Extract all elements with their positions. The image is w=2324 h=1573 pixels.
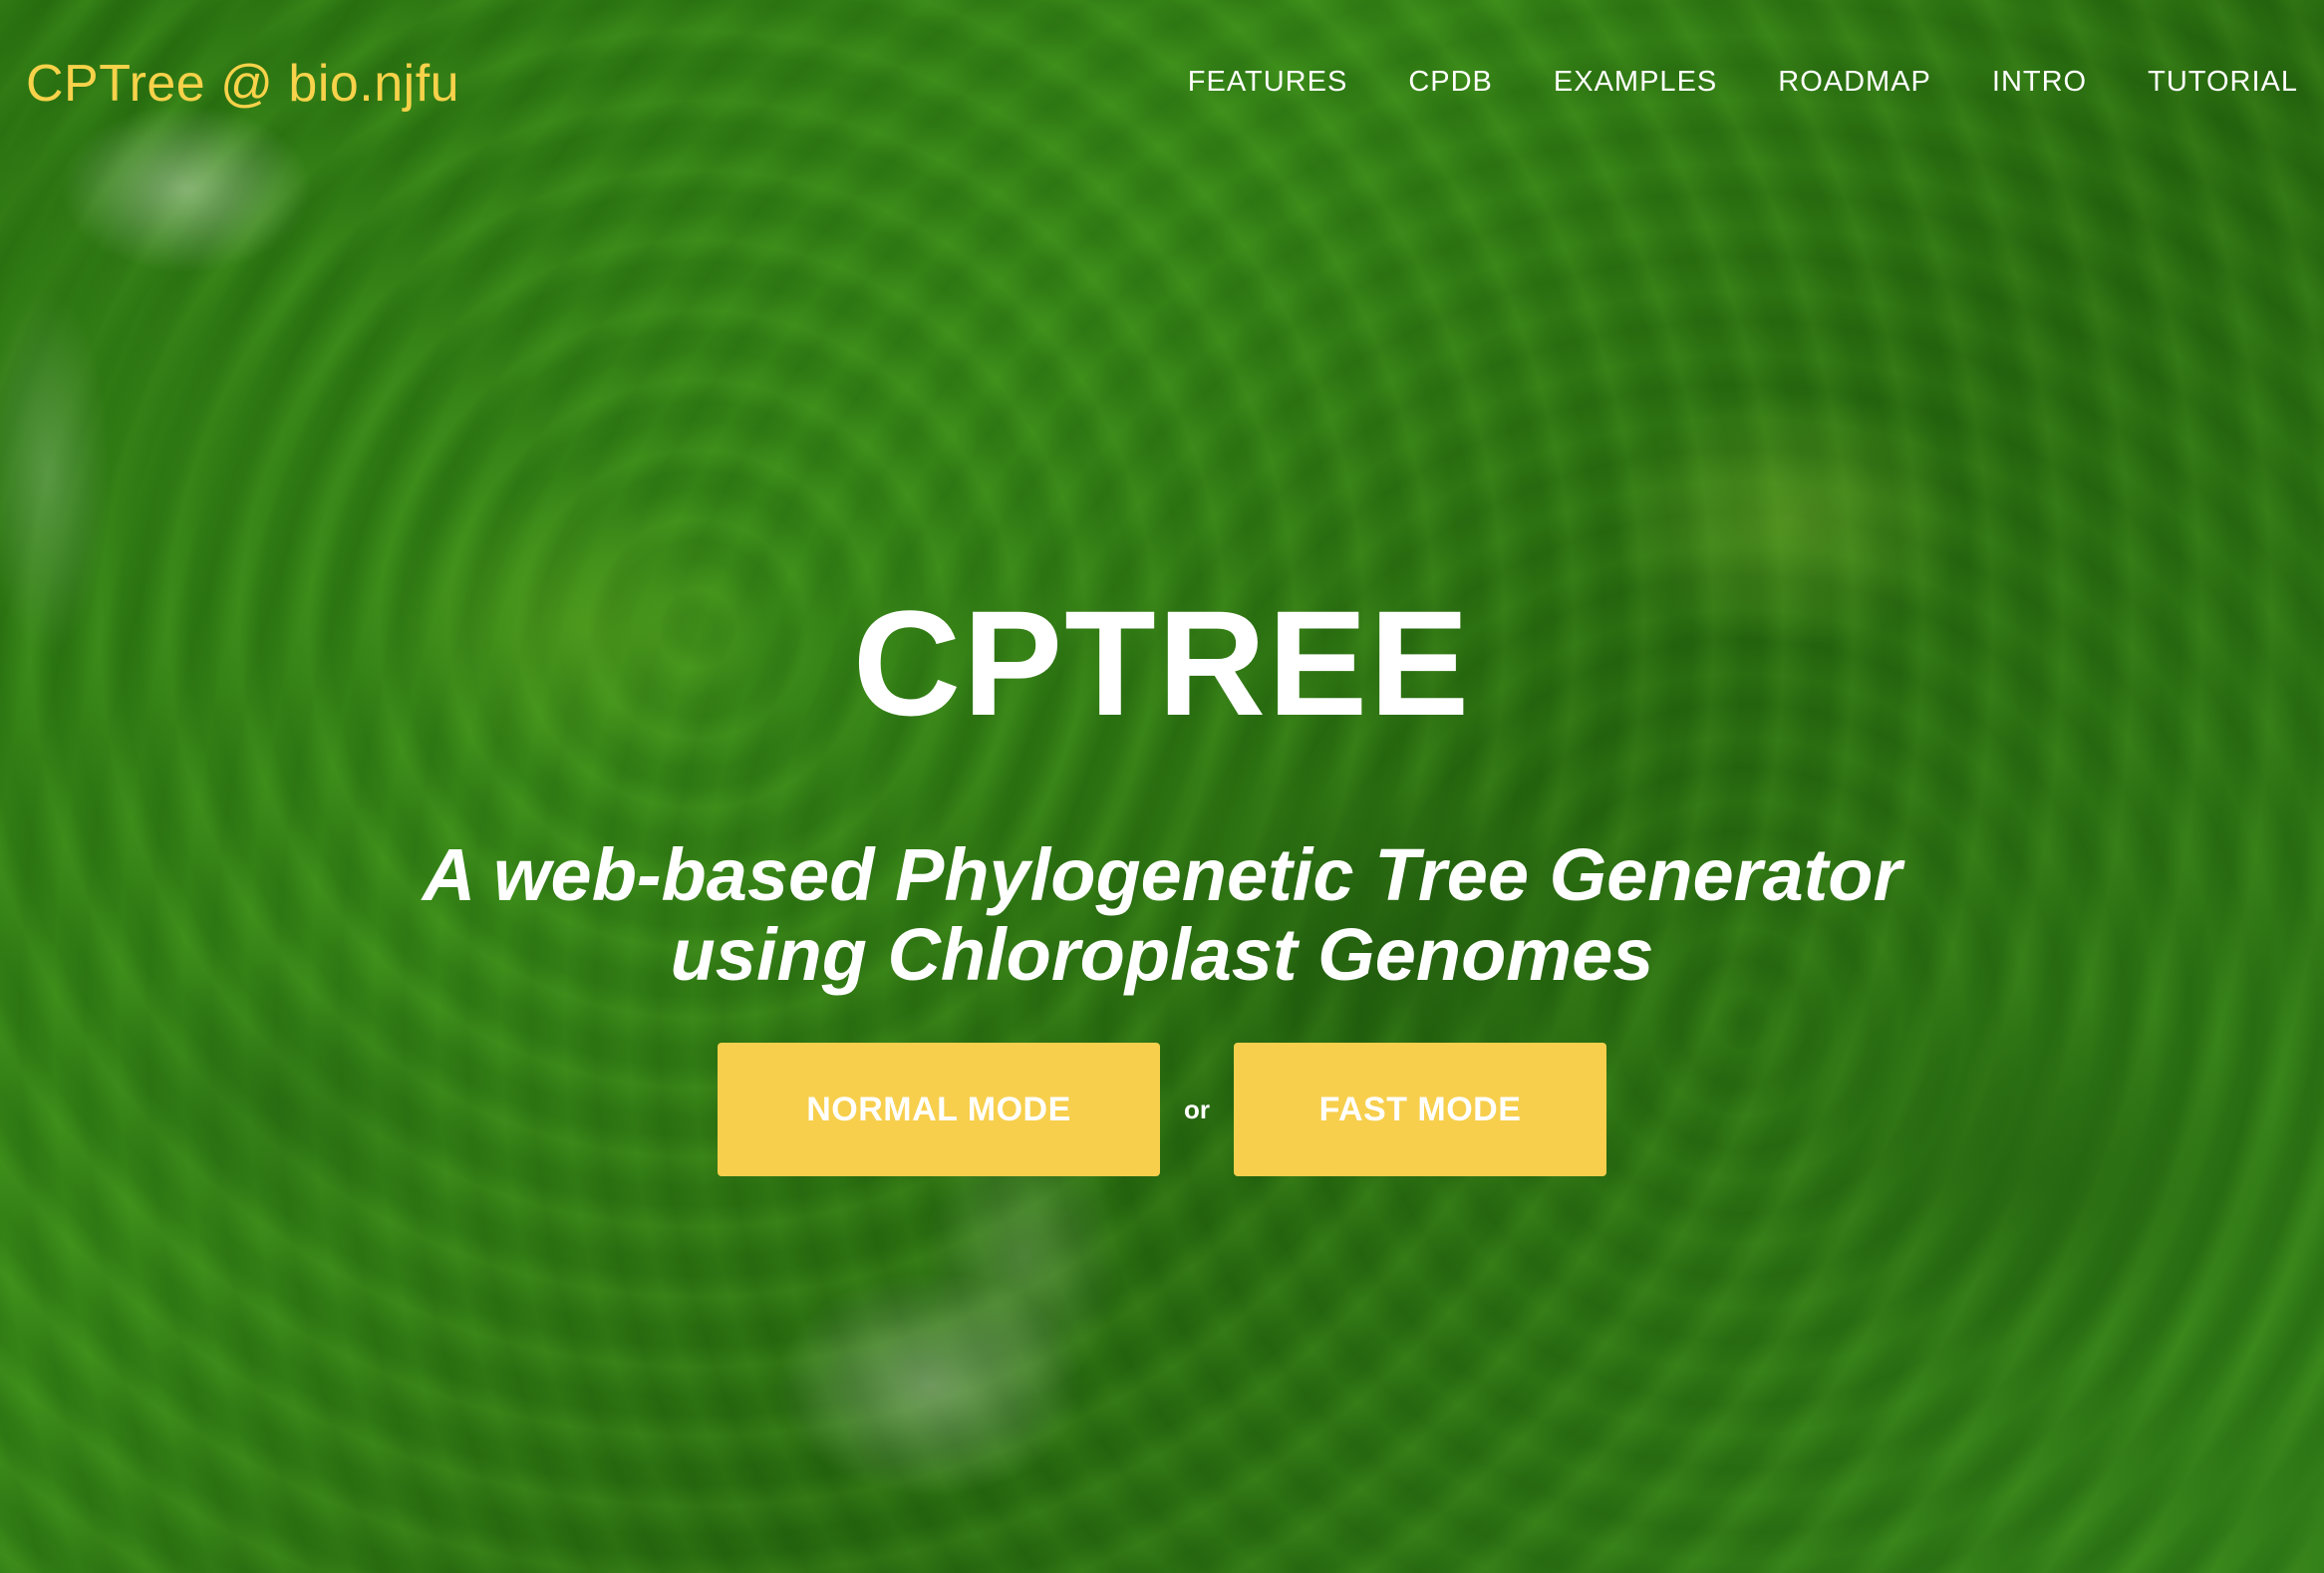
mode-buttons: NORMAL MODE or FAST MODE [718, 1043, 1606, 1176]
hero-section: CPTREE A web-based Phylogenetic Tree Gen… [0, 0, 2324, 1573]
fast-mode-button[interactable]: FAST MODE [1234, 1043, 1606, 1176]
hero-subtitle-line-1: A web-based Phylogenetic Tree Generator [422, 833, 1902, 916]
hero-subtitle-line-2: using Chloroplast Genomes [670, 913, 1654, 996]
normal-mode-button[interactable]: NORMAL MODE [718, 1043, 1160, 1176]
hero-title: CPTREE [852, 579, 1472, 747]
hero-subtitle: A web-based Phylogenetic Tree Generator … [0, 835, 2324, 995]
or-separator: or [1184, 1094, 1210, 1124]
